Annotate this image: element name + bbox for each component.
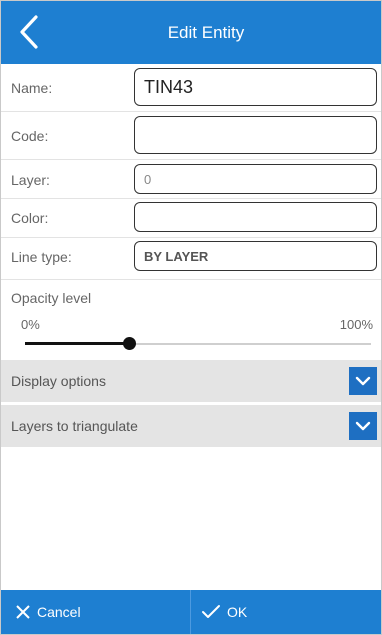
layer-field[interactable]: 0 xyxy=(134,164,377,194)
check-icon xyxy=(202,605,220,618)
back-button[interactable] xyxy=(9,10,49,54)
ok-label: OK xyxy=(227,604,248,620)
divider xyxy=(1,237,381,238)
divider xyxy=(1,198,381,199)
divider xyxy=(1,279,381,280)
opacity-max-label: 100% xyxy=(339,317,373,332)
chevron-left-icon xyxy=(20,15,38,49)
opacity-min-label: 0% xyxy=(21,317,40,332)
slider-fill xyxy=(25,342,129,345)
divider xyxy=(1,159,381,160)
slider-thumb[interactable] xyxy=(123,337,136,350)
edit-entity-dialog: Edit Entity Name: TIN43 Code: Layer: 0 C… xyxy=(0,0,382,635)
cancel-button[interactable]: Cancel xyxy=(1,590,191,634)
chevron-down-icon xyxy=(355,376,371,386)
display-options-toggle[interactable] xyxy=(349,367,377,395)
display-options-label: Display options xyxy=(11,373,106,389)
opacity-slider[interactable] xyxy=(25,337,371,351)
page-title: Edit Entity xyxy=(167,22,245,42)
name-value: TIN43 xyxy=(144,76,194,97)
footer-bar: Cancel OK xyxy=(1,590,381,634)
linetype-value: BY LAYER xyxy=(144,248,209,264)
color-label: Color: xyxy=(11,210,49,226)
name-field[interactable]: TIN43 xyxy=(134,68,377,106)
name-label: Name: xyxy=(11,80,53,96)
header-bar: Edit Entity xyxy=(1,1,381,64)
code-label: Code: xyxy=(11,128,49,144)
opacity-label: Opacity level xyxy=(11,290,92,306)
cancel-label: Cancel xyxy=(37,604,81,620)
display-options-section[interactable]: Display options xyxy=(1,360,381,402)
linetype-field[interactable]: BY LAYER xyxy=(134,241,377,271)
close-icon xyxy=(16,605,30,619)
layer-value: 0 xyxy=(144,171,152,187)
layer-label: Layer: xyxy=(11,172,50,188)
layers-to-triangulate-section[interactable]: Layers to triangulate xyxy=(1,405,381,447)
color-field[interactable] xyxy=(134,202,377,232)
code-field[interactable] xyxy=(134,116,377,154)
linetype-label: Line type: xyxy=(11,249,72,265)
layers-to-triangulate-toggle[interactable] xyxy=(349,412,377,440)
chevron-down-icon xyxy=(355,421,371,431)
layers-to-triangulate-label: Layers to triangulate xyxy=(11,418,138,434)
ok-button[interactable]: OK xyxy=(191,590,381,634)
divider xyxy=(1,111,381,112)
